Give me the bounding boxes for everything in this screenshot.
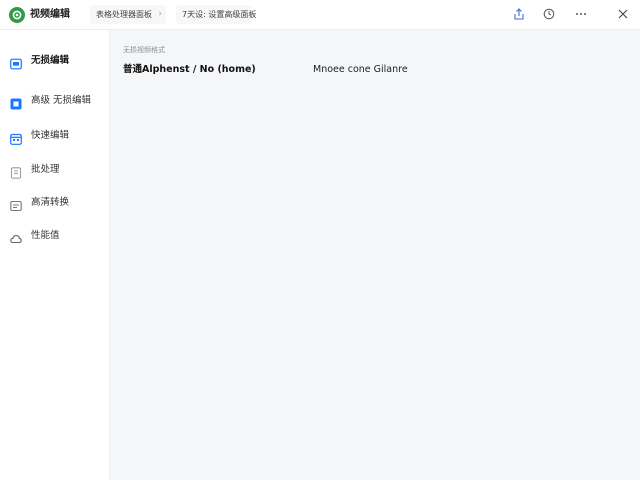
image-icon: [10, 197, 22, 212]
app-logo-icon: [9, 7, 25, 23]
sidebar-item-label: 高清转换: [31, 197, 70, 208]
tab-advanced-settings[interactable]: 7天设: 设置高级面板 ›: [176, 5, 256, 24]
document-icon: [10, 164, 22, 179]
square-icon: [10, 95, 22, 110]
sidebar-item-label: 批处理: [31, 164, 60, 175]
chevron-right-icon: ›: [244, 9, 248, 19]
monitor-icon: [10, 55, 22, 70]
sidebar-item-batch[interactable]: 批处理: [0, 158, 110, 182]
setting-value[interactable]: Mnoee cone Gilanre: [313, 63, 408, 76]
tab-label: 表格处理器面板: [96, 10, 152, 19]
sidebar-item-label: 无损编辑: [31, 55, 70, 66]
setting-label: 普通Alphenst / No (home): [123, 64, 256, 75]
more-icon[interactable]: [574, 7, 588, 21]
sidebar-item-label: 高级 无损编辑: [31, 95, 92, 106]
sidebar-item-advanced-lossless[interactable]: 高级 无损编辑: [0, 89, 110, 113]
sidebar-item-hd-convert[interactable]: 高清转换: [0, 191, 110, 215]
cloud-icon: [10, 230, 22, 244]
section-caption: 无损视频格式: [123, 46, 165, 54]
main-content: 无损视频格式 普通Alphenst / No (home) Mnoee cone…: [111, 31, 640, 480]
tab-table-processor[interactable]: 表格处理器面板 ›: [90, 5, 166, 24]
app-title: 视频编辑: [30, 9, 70, 20]
share-icon[interactable]: [512, 7, 526, 21]
sidebar: 无损编辑 高级 无损编辑 快速编辑 批处理 高清转换 性能值: [0, 30, 110, 480]
sidebar-item-label: 性能值: [31, 230, 60, 241]
clock-icon[interactable]: [542, 7, 556, 21]
title-bar: 视频编辑 表格处理器面板 › 7天设: 设置高级面板 ›: [0, 0, 640, 30]
sidebar-item-lossless-edit[interactable]: 无损编辑: [0, 49, 110, 73]
chevron-right-icon: ›: [158, 9, 162, 19]
sidebar-item-quick-edit[interactable]: 快速编辑: [0, 124, 110, 148]
calendar-icon: [10, 130, 22, 145]
close-icon[interactable]: [616, 7, 630, 21]
sidebar-item-performance[interactable]: 性能值: [0, 224, 110, 248]
sidebar-item-label: 快速编辑: [31, 130, 70, 141]
